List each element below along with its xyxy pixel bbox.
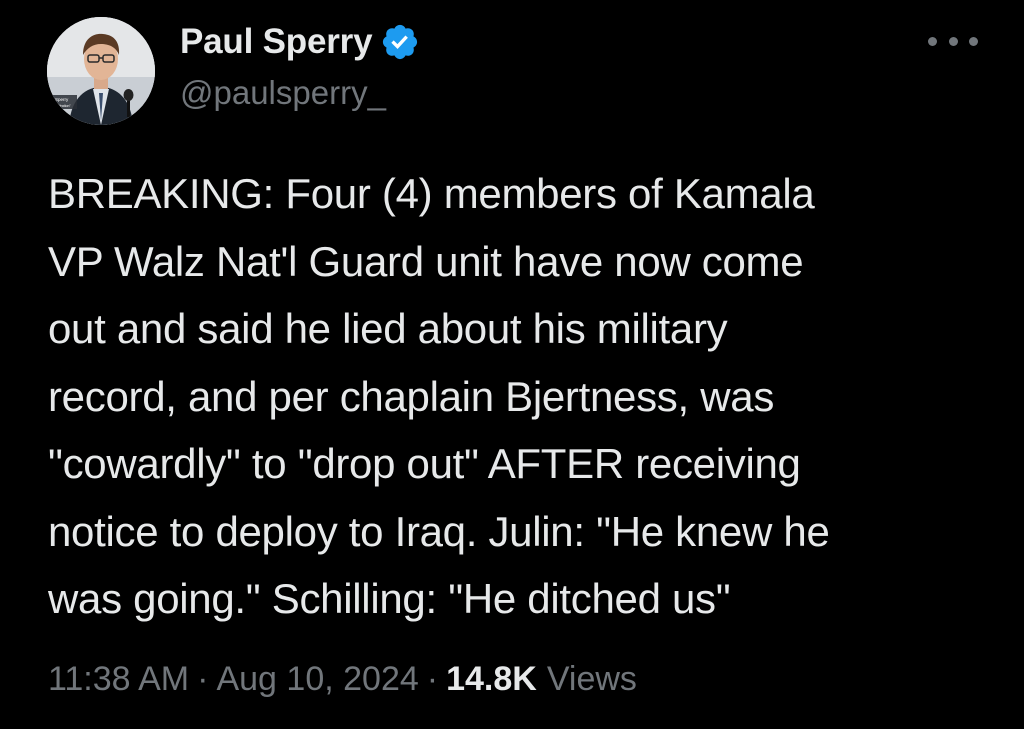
tweet-text: BREAKING: Four (4) members of Kamala VP … (48, 170, 830, 622)
tweet-meta: 11:38 AM · Aug 10, 2024 · 14.8K Views (48, 660, 637, 699)
tweet-card: Sperry "Infiltration" Paul Sperry @pauls… (0, 0, 1024, 729)
avatar-caption-line-1: Sperry (55, 97, 69, 102)
author-handle[interactable]: @paulsperry_ (180, 74, 386, 112)
views-count[interactable]: 14.8K (446, 660, 537, 699)
verified-badge-icon[interactable] (380, 22, 420, 62)
tweet-date[interactable]: Aug 10, 2024 (216, 660, 418, 699)
views-label[interactable]: Views (547, 660, 637, 699)
display-name[interactable]: Paul Sperry (180, 22, 373, 62)
more-dot (948, 36, 958, 46)
tweet-time[interactable]: 11:38 AM (48, 660, 189, 699)
meta-separator: · (426, 660, 439, 698)
avatar-photo: Sperry "Infiltration" (47, 17, 155, 125)
author-name-row: Paul Sperry (180, 20, 420, 64)
more-options-icon[interactable] (928, 28, 978, 54)
avatar-caption-line-2: "Infiltration" (53, 104, 71, 108)
avatar[interactable]: Sperry "Infiltration" (47, 17, 155, 125)
meta-separator: · (197, 660, 209, 698)
more-dot (969, 36, 978, 46)
more-dot (928, 36, 937, 46)
